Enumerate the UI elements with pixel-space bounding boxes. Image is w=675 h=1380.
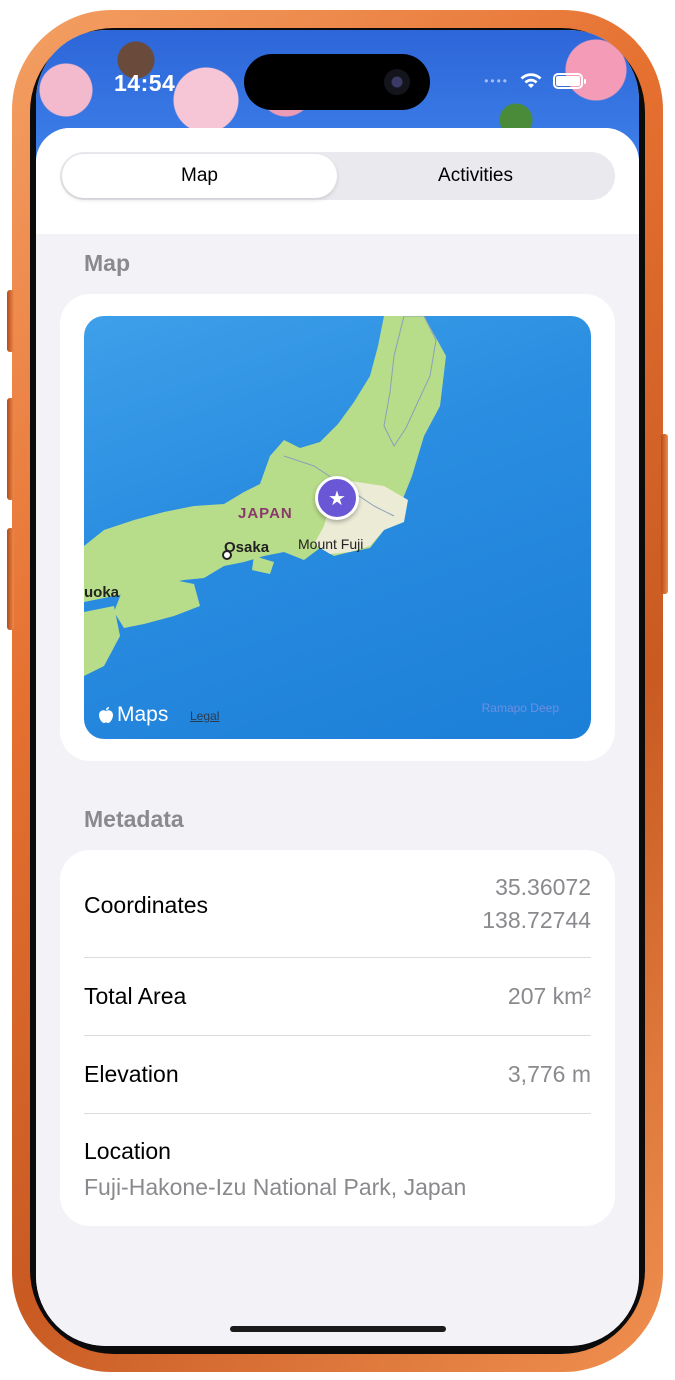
divider (84, 957, 591, 958)
area-label: Total Area (84, 983, 187, 1009)
tab-map[interactable]: Map (62, 154, 337, 198)
volume-up-button (7, 398, 14, 500)
longitude-value: 138.72744 (482, 907, 591, 933)
map-card: JAPAN Osaka Mount Fuji uoka ★ Maps Legal… (60, 294, 615, 761)
star-icon: ★ (328, 487, 346, 510)
coordinates-row: Coordinates 35.36072 138.72744 (84, 872, 591, 938)
location-row: Location Fuji-Hakone-Izu National Park, … (84, 1138, 591, 1208)
divider (84, 1113, 591, 1114)
apple-icon (99, 707, 113, 723)
status-icons: •••• (484, 72, 586, 90)
map-land (84, 316, 446, 676)
tab-activities[interactable]: Activities (338, 154, 613, 198)
location-value: Fuji-Hakone-Izu National Park, Japan (84, 1174, 467, 1200)
divider (84, 1035, 591, 1036)
area-row: Total Area 207 km² (84, 983, 591, 1013)
area-value: 207 km² (507, 983, 591, 1009)
maps-wordmark: Maps (117, 703, 169, 726)
coordinates-label: Coordinates (84, 892, 209, 918)
signal-icon: •••• (484, 74, 509, 88)
home-indicator[interactable] (230, 1326, 446, 1332)
map-label-fukuoka: uoka (84, 584, 120, 601)
osaka-dot (222, 550, 232, 560)
map-label-mount-fuji: Mount Fuji (298, 536, 364, 552)
location-pin[interactable]: ★ (315, 476, 359, 520)
map-section-title: Map (84, 250, 130, 276)
wifi-icon (520, 73, 542, 88)
map-label-japan: JAPAN (238, 505, 293, 522)
location-label: Location (84, 1138, 171, 1164)
dynamic-island (244, 54, 430, 110)
segmented-control: Map Activities (60, 152, 615, 200)
action-button (7, 290, 14, 352)
volume-down-button (7, 528, 14, 630)
sheet-header: Map Activities (36, 128, 639, 234)
power-button (661, 434, 668, 594)
battery-icon (553, 73, 586, 89)
map-label-deep: Ramapo Deep (481, 701, 559, 715)
metadata-card: Coordinates 35.36072 138.72744 Total Are… (60, 850, 615, 1226)
screen: 14:54 •••• Map Activities Map JAPAN Osak… (36, 30, 639, 1346)
metadata-section-title: Metadata (84, 806, 184, 832)
elevation-row: Elevation 3,776 m (84, 1061, 591, 1091)
latitude-value: 35.36072 (495, 874, 591, 900)
legal-link[interactable]: Legal (190, 709, 219, 723)
map-view[interactable]: JAPAN Osaka Mount Fuji uoka ★ Maps Legal… (84, 316, 591, 739)
detail-sheet: Map Activities Map JAPAN Osaka Mount Fuj… (36, 128, 639, 1346)
camera-icon (384, 69, 410, 95)
maps-logo: Maps (98, 703, 168, 727)
elevation-value: 3,776 m (507, 1061, 591, 1087)
elevation-label: Elevation (84, 1061, 179, 1087)
status-time: 14:54 (114, 70, 176, 96)
